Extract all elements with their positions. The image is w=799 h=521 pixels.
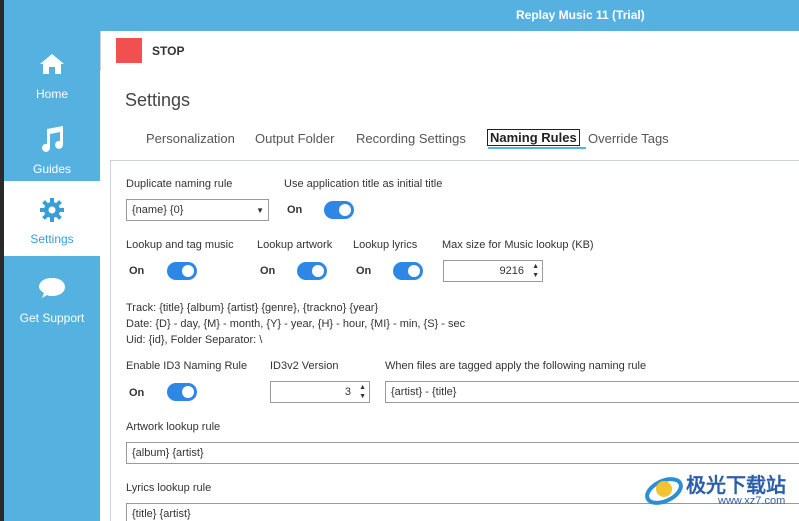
title-bar: Replay Music 11 (Trial) [4,0,799,31]
info-line-uid: Uid: {id}, Folder Separator: \ [126,334,263,346]
enable-id3-state: On [129,387,145,399]
tab-recording-settings[interactable]: Recording Settings [356,131,466,146]
sidebar: Home Guides Settings Get Support [4,31,100,521]
watermark-url: www.xz7.com [718,495,786,507]
max-size-label: Max size for Music lookup (KB) [442,239,594,251]
info-line-date: Date: {D} - day, {M} - month, {Y} - year… [126,318,466,330]
use-app-title-state: On [287,204,303,216]
lyrics-rule-label: Lyrics lookup rule [126,482,212,494]
page-title: Settings [125,90,191,110]
recording-toolbar: STOP [100,31,799,71]
lookup-artwork-state: On [260,265,276,277]
tab-personalization[interactable]: Personalization [146,131,235,146]
use-app-title-toggle[interactable] [324,201,354,219]
lookup-tag-music-state: On [129,265,145,277]
artwork-rule-input[interactable]: {album} {artist} [126,442,799,464]
sidebar-item-label: Settings [30,232,74,246]
window-title: Replay Music 11 (Trial) [516,8,645,22]
lookup-artwork-label: Lookup artwork [257,239,333,251]
enable-id3-toggle[interactable] [167,383,197,401]
sidebar-item-get-support[interactable]: Get Support [4,261,100,336]
artwork-rule-value: {album} {artist} [132,447,204,459]
lookup-lyrics-toggle[interactable] [393,262,423,280]
active-tab-indicator [488,147,586,149]
duplicate-naming-value: {name} {0} [132,204,184,216]
panel-left-border [110,160,111,521]
sidebar-item-label: Guides [32,162,72,176]
tagged-rule-input[interactable]: {artist} - {title} [385,381,799,403]
spinner-arrows-icon[interactable]: ▲ ▼ [359,383,366,401]
gear-icon [4,195,100,225]
duplicate-naming-label: Duplicate naming rule [126,178,233,190]
use-app-title-label: Use application title as initial title [284,178,443,190]
tagged-rule-value: {artist} - {title} [391,386,457,398]
id3v2-version-input[interactable]: 3 ▲ ▼ [270,381,370,403]
id3v2-version-value: 3 [344,386,351,398]
tab-output-folder[interactable]: Output Folder [255,131,335,146]
max-size-input[interactable]: 9216 ▲ ▼ [443,260,543,282]
home-icon [4,49,100,79]
enable-id3-label: Enable ID3 Naming Rule [126,360,248,372]
chevron-down-icon: ▼ [256,206,264,215]
sidebar-item-home[interactable]: Home [4,37,100,112]
spinner-arrows-icon[interactable]: ▲ ▼ [532,262,539,280]
stop-label[interactable]: STOP [152,44,184,58]
duplicate-naming-dropdown[interactable]: {name} {0} ▼ [126,199,269,221]
sidebar-item-settings[interactable]: Settings [4,181,100,256]
speech-bubble-icon [4,273,100,303]
lookup-lyrics-label: Lookup lyrics [353,239,418,251]
info-line-track: Track: {title} {album} {artist} {genre},… [126,302,379,314]
lookup-artwork-toggle[interactable] [297,262,327,280]
id3v2-version-label: ID3v2 Version [270,360,339,372]
sidebar-item-guides[interactable]: Guides [4,112,100,187]
tagged-rule-label: When files are tagged apply the followin… [385,360,647,372]
lookup-tag-music-toggle[interactable] [167,262,197,280]
tab-override-tags[interactable]: Override Tags [588,131,669,146]
music-note-icon [4,124,100,154]
sidebar-item-label: Get Support [19,311,85,325]
lyrics-rule-value: {title} {artist} [132,508,191,520]
stop-button[interactable] [116,38,142,63]
sidebar-item-label: Home [35,87,68,101]
watermark: 极光下载站 www.xz7.com [644,465,799,517]
tab-naming-rules[interactable]: Naming Rules [487,129,580,146]
lookup-lyrics-state: On [356,265,372,277]
panel-top-border [110,160,799,161]
app-window: Replay Music 11 (Trial) Home Guides Sett… [4,0,799,521]
watermark-text: 极光下载站 [686,475,786,497]
watermark-logo-icon [645,477,683,505]
lookup-tag-music-label: Lookup and tag music [126,239,234,251]
max-size-value: 9216 [499,265,524,277]
artwork-rule-label: Artwork lookup rule [126,421,221,433]
